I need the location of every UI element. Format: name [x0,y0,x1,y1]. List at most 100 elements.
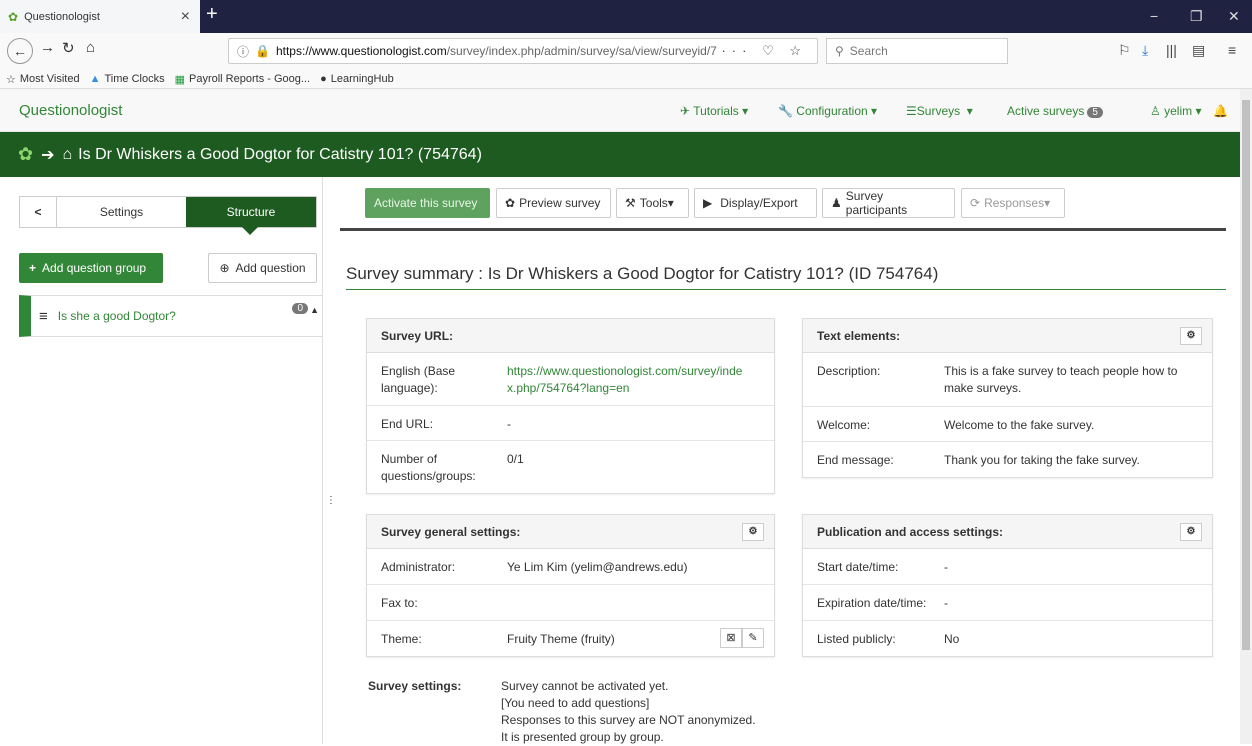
preview-survey-button[interactable]: ✿ Preview survey [496,188,611,218]
end-url-value: - [507,417,511,431]
table-row: End URL: - [367,406,774,441]
tutorials-label: Tutorials [693,104,739,118]
bookmark-label: Time Clocks [104,73,165,85]
theme-preview-icon[interactable]: ⊠ [720,628,742,648]
brand-link[interactable]: Questionologist [19,102,122,119]
theme-label: Theme: [381,632,422,646]
end-message-value: Thank you for taking the fake survey. [944,453,1140,467]
add-question-button[interactable]: ⊕ Add question [208,253,317,283]
url-host: https://www.questionologist.com [275,44,447,58]
end-url-label: End URL: [381,417,434,431]
administrator-label: Administrator: [381,560,456,574]
library-icon[interactable]: ||| [1166,42,1177,58]
close-tab-icon[interactable]: × [181,8,190,26]
text-elements-panel: Text elements: ⚙ Description: This is a f… [802,318,1213,478]
url-path: /survey/index.php/admin/survey/sa/view/s… [446,44,717,58]
bookmark-icon: ▲ [89,73,101,85]
home-icon[interactable]: ⌂ [63,146,73,164]
arrow-icon: ➔ [41,146,55,164]
bookmark-learninghub[interactable]: ● LearningHub [320,73,394,85]
reload-icon[interactable]: ↻ [62,39,75,57]
responses-dropdown[interactable]: ⟳ Responses ▾ [961,188,1065,218]
back-icon[interactable]: ← [7,38,33,64]
user-label: yelim [1164,104,1193,118]
welcome-value: Welcome to the fake survey. [944,418,1095,432]
display-export-button[interactable]: ▶ Display/Export [694,188,817,218]
bookmark-time-clocks[interactable]: ▲ Time Clocks [90,73,165,85]
end-message-label: End message: [817,453,894,467]
list-icon: ☰ [906,104,917,118]
listed-label: Listed publicly: [817,632,896,646]
surveys-menu[interactable]: ☰Surveys ▾ [906,104,973,118]
search-input[interactable]: ⚲ Search [826,38,1008,64]
minimize-icon[interactable]: − [1150,8,1158,24]
scrollbar-thumb[interactable] [1242,100,1250,650]
download-icon[interactable]: ⤓ [1142,42,1148,59]
tools-dropdown[interactable]: ⚒ Tools ▾ [616,188,689,218]
preview-label: Preview survey [519,196,601,210]
bookmark-most-visited[interactable]: ☆ Most Visited [6,73,80,86]
plus-icon: + [29,261,37,275]
sidebar-tabs: < Settings Structure [19,196,317,235]
gear-icon[interactable]: ⚙ [1180,523,1202,541]
window-close-icon[interactable]: ✕ [1228,8,1240,25]
page-actions-icon[interactable]: ··· ♡ ☆ [721,43,807,59]
tab-settings[interactable]: Settings [57,197,186,227]
drag-handle-icon[interactable]: ≡ [39,308,48,325]
question-group-name[interactable]: Is she a good Dogtor? [58,309,176,323]
notification-bell-icon[interactable]: 🔔 [1213,104,1228,118]
gear-icon[interactable]: ⚙ [742,523,764,541]
active-surveys-link[interactable]: Active surveys 5 [1007,104,1103,118]
gear-icon: ✿ [505,196,516,210]
expiration-label: Expiration date/time: [817,596,927,610]
gear-icon[interactable]: ⚙ [1180,327,1202,345]
resize-handle-icon[interactable]: ⋮ [326,495,336,506]
table-row: Number of questions/groups: 0/1 [367,441,774,493]
survey-participants-button[interactable]: ♟ Survey participants [822,188,955,218]
collapse-icon[interactable]: ▲ [310,305,319,315]
forward-icon[interactable]: → [40,39,55,56]
hamburger-menu-icon[interactable]: ≡ [1228,42,1236,58]
survey-header-title[interactable]: Is Dr Whiskers a Good Dogtor for Catistr… [78,146,482,164]
browser-tab[interactable]: ✿ Questionologist × [0,0,200,33]
tutorials-menu[interactable]: ✈ Tutorials ▾ [680,104,748,118]
home-icon[interactable]: ⌂ [86,39,95,56]
site-favicon-icon: ✿ [8,9,19,24]
english-url-link[interactable]: https://www.questionologist.com/survey/i… [507,363,747,397]
settings-line: Responses to this survey are NOT anonymi… [501,713,756,727]
page-title: Survey summary : Is Dr Whiskers a Good D… [346,264,939,283]
plane-icon: ✈ [680,104,691,118]
publication-settings-panel: Publication and access settings: ⚙ Start … [802,514,1213,657]
activate-survey-button[interactable]: Activate this survey [365,188,490,218]
learninghub-icon: ● [320,73,327,85]
collapse-sidebar-button[interactable]: < [20,197,57,227]
survey-settings-label: Survey settings: [368,679,462,693]
table-row: English (Base language): https://www.que… [367,353,774,406]
question-group-item[interactable]: ≡ Is she a good Dogtor? 0 ▲ [19,295,323,337]
bookmark-payroll[interactable]: ▦ Payroll Reports - Goog... [175,73,310,86]
info-icon[interactable]: ⓘ [237,43,249,60]
num-label: Number of questions/groups: [381,452,476,483]
restore-icon[interactable]: ❐ [1190,8,1203,25]
surveys-label: Surveys [916,104,961,118]
add-question-label: Add question [235,261,306,275]
user-menu[interactable]: ♙ yelim ▾ [1150,104,1201,118]
browser-chrome: ✿ Questionologist × + − ❐ ✕ ← → ↻ ⌂ ⓘ 🔒 … [0,0,1252,89]
tab-bar: ✿ Questionologist × + − ❐ ✕ [0,0,1252,33]
tab-title: Questionologist [24,10,100,23]
panel-heading: Survey URL: [367,319,774,353]
configuration-menu[interactable]: 🔧 Configuration ▾ [778,104,877,118]
fax-label: Fax to: [381,596,418,610]
sidebar-toggle-icon[interactable]: ▤ [1192,42,1205,59]
app-navbar: Questionologist ✈ Tutorials ▾ 🔧 Configur… [0,89,1240,132]
folder-icon: ▶ [703,196,713,210]
new-tab-icon[interactable]: + [206,3,218,26]
extensions-icon[interactable]: ⚐ [1118,42,1131,59]
bookmark-label: Most Visited [19,73,80,85]
tab-structure[interactable]: Structure [186,197,316,235]
brush-icon[interactable]: ✎ [742,628,764,648]
description-label: Description: [817,364,881,378]
url-bar[interactable]: ⓘ 🔒 https://www.questionologist.com/surv… [228,38,818,64]
add-question-group-button[interactable]: + Add question group [19,253,163,283]
table-row: Description: This is a fake survey to te… [803,353,1212,407]
